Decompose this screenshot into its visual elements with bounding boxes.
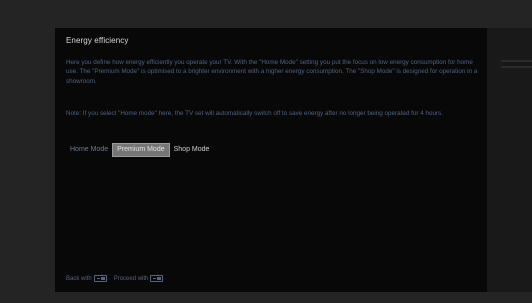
note-text: Note: If you select "Home mode" here, th…	[66, 110, 444, 117]
back-hint[interactable]: Back with	[66, 275, 107, 282]
back-key-icon	[93, 275, 107, 282]
proceed-hint-label: Proceed with	[113, 275, 149, 282]
description-text: Here you define how energy efficiently y…	[66, 59, 478, 85]
back-hint-label: Back with	[66, 275, 92, 282]
energy-efficiency-dialog: Energy efficiency Here you define how en…	[55, 28, 487, 292]
home-mode-button[interactable]: Home Mode	[66, 143, 112, 157]
proceed-hint[interactable]: Proceed with	[114, 275, 164, 282]
premium-mode-button[interactable]: Premium Mode	[112, 143, 170, 157]
adjacent-menu-strip	[487, 28, 532, 292]
dialog-title: Energy efficiency	[66, 36, 129, 45]
footer-hints: Back with Proceed with	[66, 275, 164, 282]
ok-key-icon	[150, 275, 164, 282]
shop-mode-button[interactable]: Shop Mode	[170, 143, 214, 157]
mode-selector: Home Mode Premium Mode Shop Mode	[66, 143, 213, 157]
